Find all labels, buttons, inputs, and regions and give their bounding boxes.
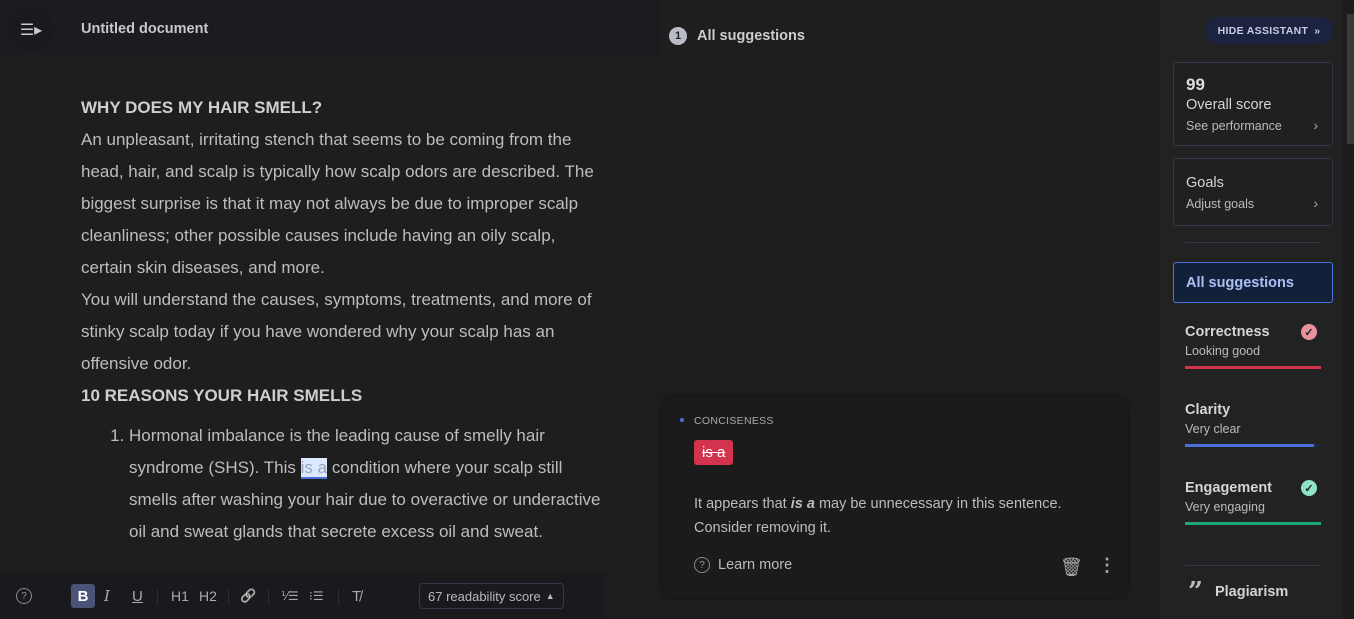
double-chevron-right-icon: »	[1314, 24, 1321, 37]
metric-clarity[interactable]: Clarity Very clear	[1185, 402, 1321, 452]
overall-score-card[interactable]: 99 Overall score See performance ›	[1173, 62, 1333, 146]
suggestion-card[interactable]: CONCISENESS is a It appears that is a ma…	[662, 397, 1128, 597]
h2-button[interactable]: H2	[199, 584, 217, 608]
format-toolbar: ? B I U H1 H2 🔗 ⅟☰ ⁝☰ T̸ 67 readability …	[0, 573, 605, 619]
divider	[1185, 242, 1321, 243]
ordered-list-button[interactable]: ⅟☰	[281, 584, 299, 608]
help-button[interactable]: ?	[16, 584, 32, 608]
suggestion-category: CONCISENESS	[680, 415, 774, 427]
goals-card[interactable]: Goals Adjust goals ›	[1173, 158, 1333, 226]
readability-score-button[interactable]: 67 readability score ▲	[419, 583, 564, 609]
document-body[interactable]: WHY DOES MY HAIR SMELL? An unpleasant, i…	[81, 92, 611, 548]
paragraph: You will understand the causes, symptoms…	[81, 290, 592, 373]
suggestion-message: It appears that is a may be unnecessary …	[694, 496, 1062, 536]
menu-icon: ☰▸	[19, 22, 43, 39]
check-icon: ✓	[1301, 324, 1317, 340]
divider	[1185, 565, 1321, 566]
clear-format-button[interactable]: T̸	[352, 584, 361, 608]
suggestion-highlight[interactable]: is a	[300, 458, 328, 479]
progress-bar	[1185, 522, 1321, 525]
scrollbar-thumb[interactable]	[1347, 14, 1354, 144]
divider	[268, 589, 269, 605]
category-dot	[680, 418, 684, 422]
chevron-right-icon: ›	[1313, 117, 1318, 133]
more-options-button[interactable]: ⋮	[1098, 555, 1116, 576]
chevron-right-icon: ›	[1313, 195, 1318, 211]
link-icon: 🔗	[240, 588, 257, 603]
divider	[157, 589, 158, 605]
document-title[interactable]: Untitled document	[81, 21, 208, 37]
learn-more-link[interactable]: ? Learn more	[694, 557, 792, 573]
editor: ☰▸ Untitled document WHY DOES MY HAIR SM…	[0, 0, 660, 619]
quote-icon: ”	[1188, 577, 1203, 607]
bullet-list-icon: ⁝☰	[309, 589, 324, 603]
bold-button[interactable]: B	[71, 584, 95, 608]
help-icon: ?	[694, 557, 710, 573]
dismiss-button[interactable]: 🗑	[1060, 557, 1083, 578]
metric-correctness[interactable]: Correctness Looking good ✓	[1185, 324, 1321, 374]
bullet-list-button[interactable]: ⁝☰	[309, 584, 324, 608]
progress-bar	[1185, 366, 1321, 369]
numbered-list: Hormonal imbalance is the leading cause …	[81, 420, 611, 548]
suggestion-count-badge: 1	[669, 27, 687, 45]
check-icon: ✓	[1301, 480, 1317, 496]
plagiarism-button[interactable]: ” Plagiarism	[1188, 577, 1288, 607]
suggestions-header: 1 All suggestions	[669, 27, 805, 45]
caret-up-icon: ▲	[545, 591, 555, 601]
overall-score-value: 99	[1186, 75, 1205, 94]
h1-button[interactable]: H1	[171, 584, 189, 608]
clear-format-icon: T̸	[352, 587, 362, 605]
hide-assistant-button[interactable]: HIDE ASSISTANT»	[1205, 17, 1333, 44]
header: ☰▸ Untitled document	[0, 0, 660, 55]
all-suggestions-tab[interactable]: All suggestions	[1173, 262, 1333, 303]
menu-button[interactable]: ☰▸	[8, 8, 54, 52]
progress-bar	[1185, 444, 1321, 447]
heading: 10 REASONS YOUR HAIR SMELLS	[81, 386, 363, 405]
list-item: Hormonal imbalance is the leading cause …	[129, 420, 611, 548]
more-vertical-icon: ⋮	[1098, 555, 1116, 575]
ordered-list-icon: ⅟☰	[281, 589, 299, 603]
underline-button[interactable]: U	[132, 584, 143, 608]
metric-engagement[interactable]: Engagement Very engaging ✓	[1185, 480, 1321, 530]
apply-suggestion-button[interactable]: is a	[694, 440, 734, 465]
divider	[338, 589, 339, 605]
divider	[228, 589, 229, 605]
heading: WHY DOES MY HAIR SMELL?	[81, 98, 323, 117]
italic-button[interactable]: I	[104, 584, 110, 608]
link-button[interactable]: 🔗	[240, 584, 256, 608]
paragraph: An unpleasant, irritating stench that se…	[81, 130, 594, 277]
help-icon: ?	[16, 588, 32, 604]
trash-icon: 🗑	[1060, 557, 1083, 577]
